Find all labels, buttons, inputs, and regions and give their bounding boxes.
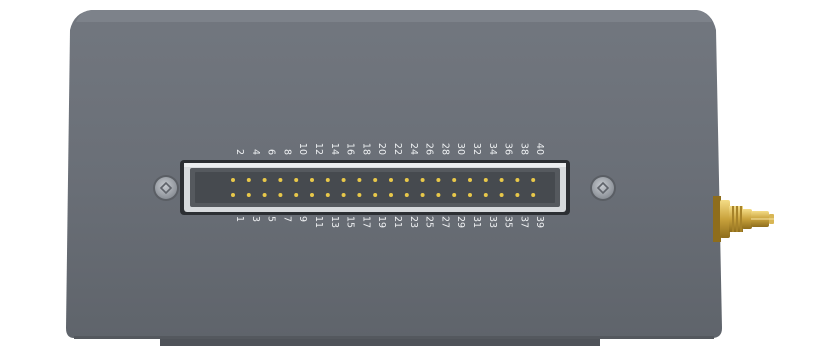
header-pin: [341, 193, 346, 197]
header-pin: [436, 178, 441, 182]
header-pin: [246, 178, 251, 182]
pin-label-5: 5: [266, 216, 277, 222]
pin-label-23: 23: [408, 216, 419, 228]
pin-label-16: 16: [345, 143, 356, 155]
pin-label-2: 2: [234, 149, 245, 155]
pin-label-36: 36: [503, 143, 514, 155]
pin-label-37: 37: [518, 216, 529, 228]
header-pin: [357, 178, 362, 182]
pin-label-27: 27: [439, 216, 450, 228]
header-pin: [389, 178, 393, 182]
pin-label-4: 4: [250, 149, 261, 155]
pin-label-10: 10: [297, 143, 308, 155]
pin-label-39: 39: [534, 216, 545, 228]
header-pin: [373, 178, 378, 182]
pin-label-14: 14: [329, 143, 340, 155]
pin-label-25: 25: [424, 216, 435, 228]
pin-label-24: 24: [408, 143, 419, 155]
header-pin: [262, 178, 267, 182]
header-pin: [452, 178, 457, 182]
header-pin: [278, 178, 283, 182]
pin-label-6: 6: [266, 149, 277, 155]
pin-header-connector: [180, 160, 570, 215]
pin-label-13: 13: [329, 216, 340, 228]
pin-label-33: 33: [487, 216, 498, 228]
header-pin: [468, 178, 472, 182]
header-pin: [246, 193, 251, 197]
header-pin: [278, 193, 283, 197]
header-pin: [531, 178, 536, 182]
header-pin: [294, 178, 299, 182]
pin-label-9: 9: [297, 216, 308, 222]
pin-label-34: 34: [487, 143, 498, 155]
pin-label-19: 19: [376, 216, 387, 228]
pin-label-35: 35: [503, 216, 514, 228]
header-pin: [389, 193, 393, 197]
header-pin: [294, 193, 299, 197]
header-pin: [483, 178, 488, 182]
pin-label-7: 7: [281, 216, 292, 222]
pin-label-40: 40: [534, 143, 545, 155]
pin-label-22: 22: [392, 143, 403, 155]
header-pin: [231, 193, 235, 197]
header-pin: [231, 178, 235, 182]
pin-label-26: 26: [424, 143, 435, 155]
header-pin: [404, 178, 409, 182]
pin-label-8: 8: [281, 149, 292, 155]
header-pin: [420, 178, 425, 182]
header-pin: [310, 193, 314, 197]
pin-label-38: 38: [518, 143, 529, 155]
pin-label-3: 3: [250, 216, 261, 222]
header-pin: [483, 193, 488, 197]
header-pin: [499, 193, 504, 197]
header-pin: [262, 193, 267, 197]
pin-label-28: 28: [439, 143, 450, 155]
pin-label-11: 11: [313, 216, 324, 228]
header-pin: [515, 178, 520, 182]
pin-label-20: 20: [376, 143, 387, 155]
header-pin: [420, 193, 425, 197]
header-pin: [357, 193, 362, 197]
pin-label-15: 15: [345, 216, 356, 228]
right-screw-icon: [590, 175, 616, 201]
header-pin: [515, 193, 520, 197]
header-pin: [436, 193, 441, 197]
header-pin: [531, 193, 536, 197]
header-pin: [452, 193, 457, 197]
sma-connector-icon: [713, 196, 774, 242]
pin-label-1: 1: [234, 216, 245, 222]
pin-label-12: 12: [313, 143, 324, 155]
pin-label-31: 31: [471, 216, 482, 228]
pin-label-30: 30: [455, 143, 466, 155]
header-pin: [499, 178, 504, 182]
pin-label-32: 32: [471, 143, 482, 155]
header-pin: [404, 193, 409, 197]
pin-label-29: 29: [455, 216, 466, 228]
header-pin: [373, 193, 378, 197]
header-pin: [310, 178, 314, 182]
header-pin: [325, 193, 330, 197]
header-pin: [468, 193, 472, 197]
left-screw-icon: [153, 175, 179, 201]
pin-label-17: 17: [360, 216, 371, 228]
pin-label-21: 21: [392, 216, 403, 228]
pin-label-18: 18: [360, 143, 371, 155]
header-pin: [341, 178, 346, 182]
gateway-device-front-view: 2 4 6 8 10 12 14 16 18 20 22 24 26 28 30 32 34 36 38 40 135…: [66, 10, 774, 346]
header-pin: [325, 178, 330, 182]
